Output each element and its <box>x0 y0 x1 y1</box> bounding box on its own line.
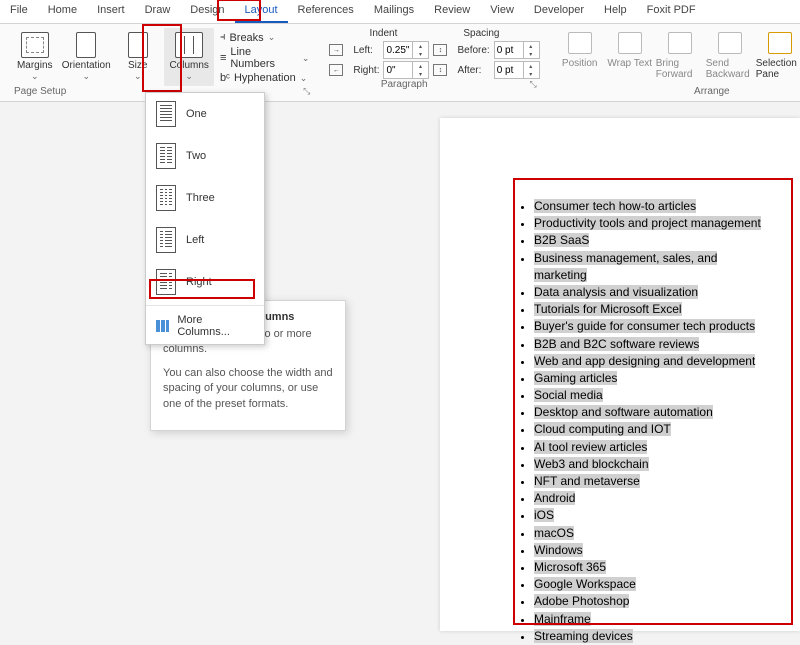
ribbon-tabs: File Home Insert Draw Design Layout Refe… <box>0 0 800 24</box>
chevron-down-icon: ⌄ <box>185 71 193 82</box>
dialog-launcher-icon[interactable]: ⤡ <box>300 86 313 97</box>
indent-right-input[interactable]: ▴▾ <box>383 61 429 79</box>
group-arrange: Position Wrap Text Bring Forward Send Ba… <box>552 28 800 97</box>
tooltip-text-2: You can also choose the width and spacin… <box>163 366 333 412</box>
indent-right-icon: ← <box>329 64 343 76</box>
group-label: Paragraph <box>377 79 432 90</box>
highlight-more-columns <box>149 279 255 299</box>
wrap-text-button[interactable]: Wrap Text <box>606 28 654 86</box>
dialog-launcher-icon[interactable]: ⤡ <box>527 79 540 90</box>
columns-dropdown: One Two Three Left Right More Columns... <box>145 92 265 345</box>
tab-insert[interactable]: Insert <box>87 0 135 23</box>
orientation-icon <box>76 32 96 58</box>
tab-draw[interactable]: Draw <box>135 0 181 23</box>
group-label: Arrange <box>690 86 734 97</box>
bring-forward-button[interactable]: Bring Forward <box>656 28 704 86</box>
spacing-after-input[interactable]: ▴▾ <box>494 61 540 79</box>
tab-developer[interactable]: Developer <box>524 0 594 23</box>
chevron-down-icon: ⌄ <box>82 71 90 82</box>
bring-forward-icon <box>668 32 692 54</box>
tab-help[interactable]: Help <box>594 0 637 23</box>
columns-left[interactable]: Left <box>146 219 264 261</box>
right-label: Right: <box>353 65 379 76</box>
selection-pane-button[interactable]: Selection Pane <box>756 28 800 86</box>
send-backward-button[interactable]: Send Backward <box>706 28 754 86</box>
left-label: Left: <box>353 45 379 56</box>
highlight-columns-button <box>142 24 182 92</box>
tab-view[interactable]: View <box>480 0 524 23</box>
group-paragraph: IndentSpacing →Left: ▴▾ ↕Before: ▴▾ ←Rig… <box>325 28 543 97</box>
tab-home[interactable]: Home <box>38 0 87 23</box>
margins-button[interactable]: Margins⌄ <box>10 28 59 86</box>
highlight-layout-tab <box>217 0 261 21</box>
group-label: Page Setup <box>10 86 70 97</box>
margins-icon <box>21 32 49 58</box>
indent-left-input[interactable]: ▴▾ <box>383 41 429 59</box>
ribbon: Margins⌄ Orientation⌄ Size⌄ Columns⌄ ⫞ B… <box>0 24 800 102</box>
after-label: After: <box>457 65 489 76</box>
position-icon <box>568 32 592 54</box>
wrap-text-icon <box>618 32 642 54</box>
more-columns[interactable]: More Columns... <box>146 308 264 344</box>
chevron-down-icon: ⌄ <box>134 71 142 82</box>
selection-pane-icon <box>768 32 792 54</box>
breaks-button[interactable]: ⫞ Breaks ⌄ <box>216 30 313 45</box>
chevron-down-icon: ⌄ <box>31 71 39 82</box>
columns-one[interactable]: One <box>146 93 264 135</box>
position-button[interactable]: Position <box>556 28 604 86</box>
more-columns-icon <box>156 320 169 332</box>
hyphenation-button[interactable]: bᶜ Hyphenation ⌄ <box>216 71 313 85</box>
columns-two[interactable]: Two <box>146 135 264 177</box>
tab-review[interactable]: Review <box>424 0 480 23</box>
spacing-before-input[interactable]: ▴▾ <box>494 41 540 59</box>
columns-three[interactable]: Three <box>146 177 264 219</box>
orientation-button[interactable]: Orientation⌄ <box>61 28 110 86</box>
indent-left-icon: → <box>329 44 343 56</box>
before-label: Before: <box>457 45 489 56</box>
line-numbers-button[interactable]: ≡ Line Numbers ⌄ <box>216 45 313 71</box>
spacing-after-icon: ↕ <box>433 64 447 76</box>
spacing-before-icon: ↕ <box>433 44 447 56</box>
tab-foxit[interactable]: Foxit PDF <box>637 0 706 23</box>
highlight-document-list <box>513 178 793 625</box>
tab-file[interactable]: File <box>0 0 38 23</box>
tab-references[interactable]: References <box>288 0 364 23</box>
list-item[interactable]: Streaming devices <box>534 628 770 645</box>
tab-mailings[interactable]: Mailings <box>364 0 424 23</box>
send-backward-icon <box>718 32 742 54</box>
